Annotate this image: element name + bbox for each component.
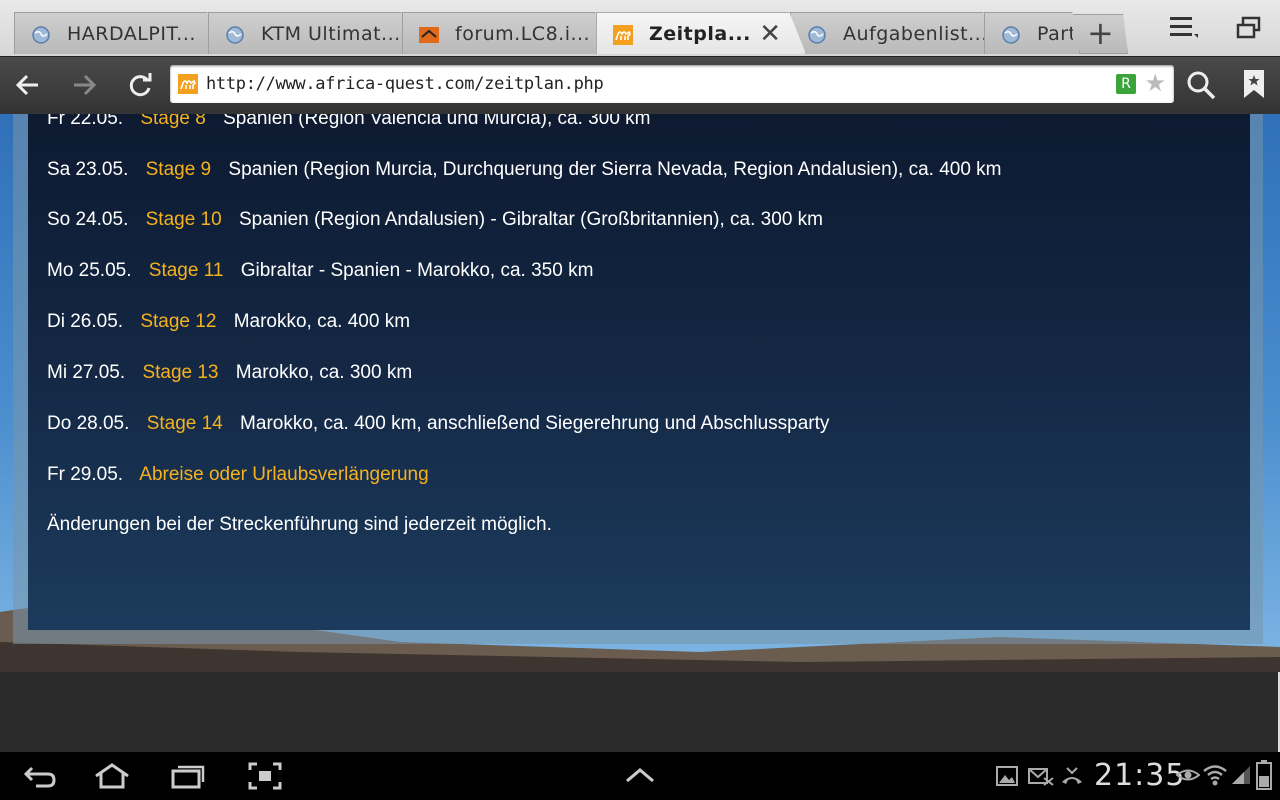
schedule-date: Fr 29.05. — [47, 464, 124, 485]
back-nav-icon[interactable] — [22, 762, 58, 790]
schedule-stage[interactable]: Stage 8 — [140, 114, 206, 129]
schedule-stage[interactable]: Abreise oder Urlaubsverlängerung — [139, 464, 428, 485]
schedule-row: So 24.05. Stage 10 Spanien (Region Andal… — [47, 209, 823, 231]
battery-icon — [1256, 760, 1272, 790]
tab-strip: HARDALPIT... KTM Ultimat... forum.LC8.i.… — [0, 0, 1280, 56]
camel-icon — [613, 25, 633, 45]
windows-icon[interactable] — [1236, 16, 1262, 40]
screenshot-icon[interactable] — [248, 762, 282, 790]
wifi-icon — [1203, 765, 1227, 786]
schedule-desc: Spanien (Region Murcia, Durchquerung der… — [228, 159, 1002, 180]
close-tab-icon[interactable]: ✕ — [759, 19, 781, 49]
empty-area — [0, 672, 1280, 752]
globe-icon — [808, 26, 826, 44]
schedule-date: Mo 25.05. — [47, 260, 132, 281]
signal-icon — [1232, 766, 1250, 784]
recent-apps-icon[interactable] — [170, 762, 206, 790]
tab-hardalpit[interactable]: HARDALPIT... — [14, 12, 224, 54]
clock[interactable]: 21:35 — [1094, 758, 1185, 793]
schedule-row: Mi 27.05. Stage 13 Marokko, ca. 300 km — [47, 362, 412, 384]
url-bar[interactable]: http://www.africa-quest.com/zeitplan.php… — [170, 65, 1174, 103]
forward-icon[interactable] — [70, 71, 98, 104]
reader-icon[interactable]: R — [1116, 74, 1136, 94]
schedule-date: Fr 22.05. — [47, 114, 124, 129]
tab-label: Aufgabenlist... — [843, 23, 988, 45]
schedule-row: Sa 23.05. Stage 9 Spanien (Region Murcia… — [47, 159, 1002, 181]
schedule-stage[interactable]: Stage 11 — [149, 260, 224, 281]
page-viewport[interactable]: Fr 22.05. Stage 8 Spanien (Region Valenc… — [0, 114, 1280, 672]
globe-icon — [32, 26, 50, 44]
tab-label: Part — [1037, 23, 1073, 45]
tab-forum-lc8[interactable]: forum.LC8.i... — [402, 12, 612, 54]
reload-icon[interactable] — [126, 71, 154, 104]
schedule-stage[interactable]: Stage 14 — [147, 413, 223, 434]
globe-icon — [226, 26, 244, 44]
tab-label: forum.LC8.i... — [455, 23, 591, 45]
schedule-desc: Gibraltar - Spanien - Marokko, ca. 350 k… — [240, 260, 594, 281]
missed-call-icon[interactable] — [1060, 766, 1084, 786]
schedule-note: Änderungen bei der Streckenführung sind … — [47, 514, 552, 535]
back-icon[interactable] — [14, 71, 42, 104]
schedule-row: Fr 29.05. Abreise oder Urlaubsverlängeru… — [47, 464, 441, 486]
schedule-date: Do 28.05. — [47, 413, 130, 434]
schedule-row: Mo 25.05. Stage 11 Gibraltar - Spanien -… — [47, 260, 593, 282]
schedule-date: Di 26.05. — [47, 311, 124, 332]
schedule-date: Mi 27.05. — [47, 362, 126, 383]
schedule-stage[interactable]: Stage 13 — [142, 362, 218, 383]
schedule-date: So 24.05. — [47, 209, 129, 230]
schedule-row: Do 28.05. Stage 14 Marokko, ca. 400 km, … — [47, 413, 829, 435]
globe-icon — [1002, 26, 1020, 44]
chevron-up-icon[interactable] — [624, 766, 656, 784]
camel-icon — [178, 74, 198, 94]
schedule-row: Fr 22.05. Stage 8 Spanien (Region Valenc… — [47, 114, 651, 130]
gallery-notification-icon[interactable] — [996, 766, 1018, 786]
schedule-desc: Marokko, ca. 300 km — [235, 362, 413, 383]
tab-aufgabenliste[interactable]: Aufgabenlist... — [790, 12, 1000, 54]
schedule-desc: Marokko, ca. 400 km — [233, 311, 411, 332]
lc8-logo-icon — [419, 27, 439, 43]
schedule-stage[interactable]: Stage 9 — [146, 159, 212, 180]
bookmark-star-icon[interactable]: ★ — [1144, 69, 1166, 97]
schedule-desc: Spanien (Region Andalusien) - Gibraltar … — [238, 209, 823, 230]
bookmarks-icon[interactable] — [1242, 68, 1266, 100]
tab-label: Zeitpla... — [649, 23, 751, 45]
schedule-stage[interactable]: Stage 12 — [140, 311, 216, 332]
home-nav-icon[interactable] — [92, 762, 132, 790]
tab-ktm[interactable]: KTM Ultimat... — [208, 12, 418, 54]
search-icon[interactable] — [1186, 70, 1216, 100]
url-text: http://www.africa-quest.com/zeitplan.php — [206, 74, 604, 94]
schedule-desc: Spanien (Region Valencia und Murcia), ca… — [223, 114, 651, 129]
tab-label: HARDALPIT... — [67, 23, 196, 45]
tab-list-icon[interactable] — [1168, 14, 1200, 42]
plus-icon: + — [1087, 14, 1114, 52]
browser-toolbar: http://www.africa-quest.com/zeitplan.php… — [0, 56, 1280, 115]
mail-error-icon[interactable] — [1028, 766, 1054, 786]
schedule-stage[interactable]: Stage 10 — [146, 209, 222, 230]
tab-part[interactable]: Part — [984, 12, 1080, 54]
eye-icon — [1176, 769, 1200, 781]
schedule-row: Di 26.05. Stage 12 Marokko, ca. 400 km — [47, 311, 410, 333]
tab-zeitplan[interactable]: Zeitpla... ✕ — [596, 12, 806, 54]
tab-label: KTM Ultimat... — [261, 23, 401, 45]
schedule-date: Sa 23.05. — [47, 159, 129, 180]
schedule-desc: Marokko, ca. 400 km, anschließend Sieger… — [240, 413, 830, 434]
system-bar: 21:35 — [0, 752, 1280, 800]
